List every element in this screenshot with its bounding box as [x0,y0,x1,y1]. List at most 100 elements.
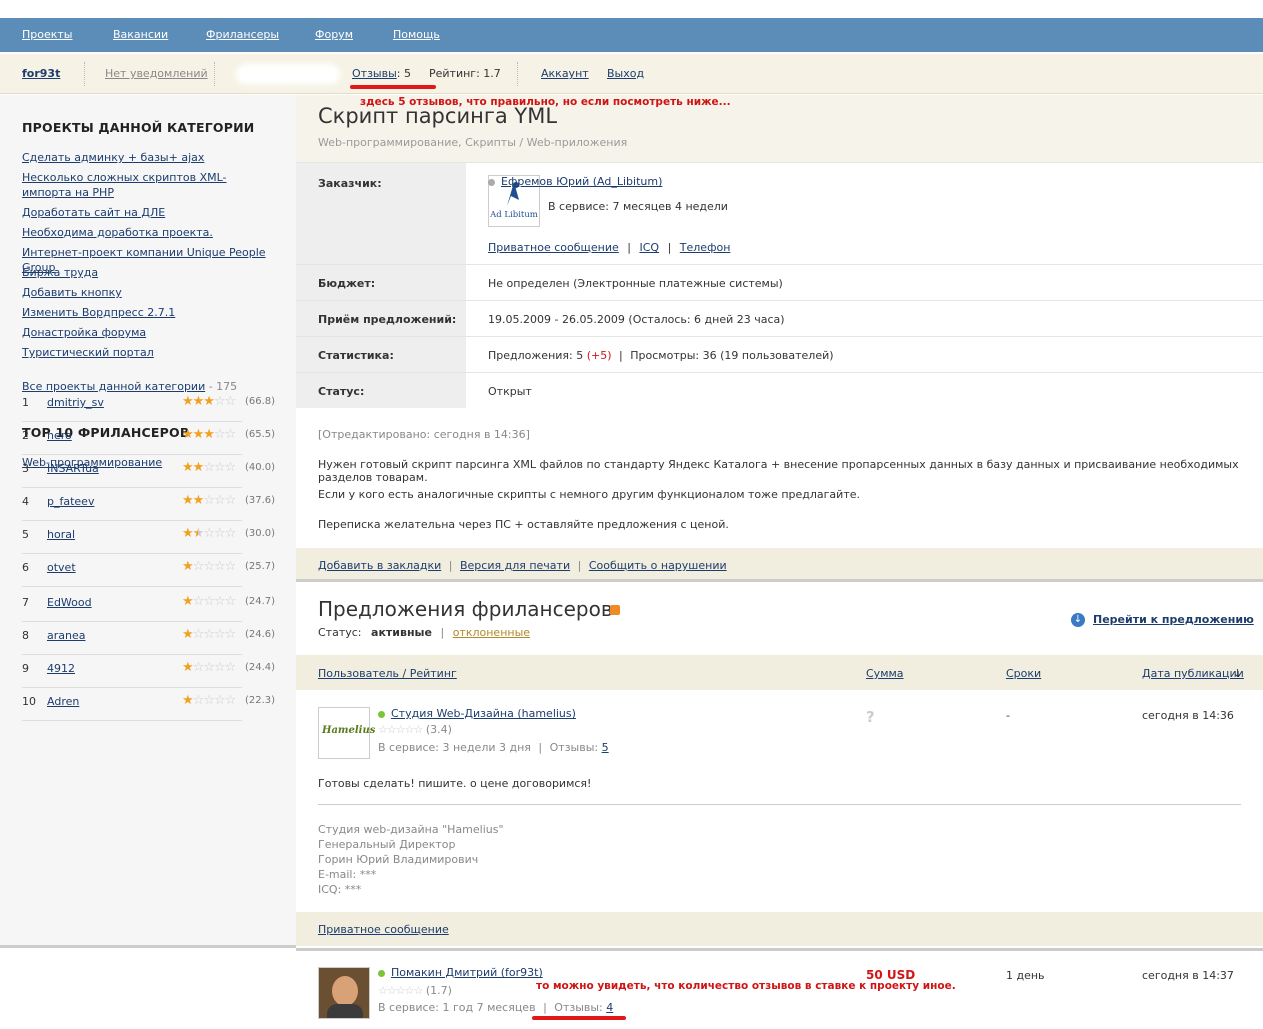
notifications-link[interactable]: Нет уведомлений [105,67,208,80]
bid-user: Студия Web-Дизайна (hamelius) [378,707,576,720]
go-to-offer-icon[interactable]: ↓ [1071,613,1085,627]
bid-user: Помакин Дмитрий (for93t) [378,966,543,979]
bid-reviews-link[interactable]: 5 [602,741,609,754]
bid-terms: - [1006,709,1010,722]
rating-stars-icon: ★★★☆☆ [182,427,236,442]
sidebar-project-link[interactable]: Добавить кнопку [22,285,272,300]
rss-icon[interactable] [610,605,620,615]
phone-link[interactable]: Телефон [680,241,731,254]
top10-rank: 6 [22,561,29,574]
rating-stars-icon: ★☆☆☆☆ [182,559,236,574]
bid-item: Помакин Дмитрий (for93t) ☆☆☆☆☆ (1.7) В с… [296,948,1263,1029]
print-version-link[interactable]: Версия для печати [460,559,570,572]
private-message-link[interactable]: Приватное сообщение [488,241,619,254]
col-terms[interactable]: Сроки [1006,667,1041,680]
sidebar-project-link[interactable]: Туристический портал [22,345,272,360]
bid-reviews-link[interactable]: 4 [606,1001,613,1014]
top10-score: (37.6) [245,495,276,506]
col-date[interactable]: Дата публикации [1142,667,1244,680]
rating-stars-icon: ★★★☆☆ [182,394,236,409]
top10-freelancer-link[interactable]: INSARTua [47,462,99,475]
rating-stars-icon: ★★☆☆☆ [182,493,236,508]
sidebar-project-link[interactable]: Доработать сайт на ДЛЕ [22,205,272,220]
account-link[interactable]: Аккаунт [541,67,589,80]
offers-table-header: Пользователь / Рейтинг Сумма Сроки Дата … [296,655,1263,690]
breadcrumb: Web-программирование, Скрипты / Web-прил… [318,136,628,149]
divider [214,62,215,86]
top10-score: (65.5) [245,429,276,440]
status-row: Статус: Открыт [296,372,1263,408]
bid-private-message-link[interactable]: Приватное сообщение [318,923,449,936]
desc-paragraph: Нужен готовый скрипт парсинга XML файлов… [318,458,1239,484]
report-link[interactable]: Сообщить о нарушении [589,559,727,572]
bid-reviews-label: Отзывы: [554,1001,603,1014]
bookmark-link[interactable]: Добавить в закладки [318,559,441,572]
nav-freelancers[interactable]: Фрилансеры [206,28,279,41]
col-sum[interactable]: Сумма [866,667,904,680]
bid-date: сегодня в 14:37 [1142,969,1234,982]
top10-rank: 10 [22,695,36,708]
offers-header: Предложения фрилансеров Статус: активные… [296,585,1263,655]
top10-freelancer-link[interactable]: Adren [47,695,79,708]
top10-freelancer-link[interactable]: EdWood [47,596,92,609]
rating-text: Рейтинг: 1.7 [429,67,501,80]
offers-status-active[interactable]: активные [371,626,432,639]
nav-vacancies[interactable]: Вакансии [113,28,168,41]
bid-service: В сервисе: 3 недели 3 дня | Отзывы: 5 [378,741,609,754]
status-label: Статус: [296,373,466,408]
customer-service-time: В сервисе: 7 месяцев 4 недели [548,200,728,213]
budget-row: Бюджет: Не определен (Электронные платеж… [296,264,1263,300]
nav-projects[interactable]: Проекты [22,28,73,41]
nav-help[interactable]: Помощь [393,28,440,41]
go-to-offer-link[interactable]: Перейти к предложению [1093,613,1254,626]
nav-forum[interactable]: Форум [315,28,353,41]
top10-freelancer-link[interactable]: aranea [47,629,85,642]
top10-rank: 8 [22,629,29,642]
top-navigation: Проекты Вакансии Фрилансеры Форум Помощь [0,18,1263,52]
top10-freelancer-link[interactable]: otvet [47,561,76,574]
top10-freelancer-link[interactable]: nero [47,429,72,442]
sidebar-project-link[interactable]: Биржа труда [22,265,272,280]
username-link[interactable]: for93t [22,67,60,80]
rating-stars-icon: ★★☆☆☆ [182,526,236,541]
sidebar: ПРОЕКТЫ ДАННОЙ КАТЕГОРИИ Сделать админку… [0,95,296,945]
sidebar-project-link[interactable]: Необходима доработка проекта. [22,225,272,240]
top10-score: (25.7) [245,561,276,572]
top10-rank: 5 [22,528,29,541]
bid-user-link[interactable]: Студия Web-Дизайна (hamelius) [391,707,576,720]
bid-user-link[interactable]: Помакин Дмитрий (for93t) [391,966,543,979]
top10-freelancer-link[interactable]: dmitriy_sv [47,396,104,409]
budget-value: Не определен (Электронные платежные сист… [488,277,783,290]
budget-label: Бюджет: [296,265,466,300]
sidebar-project-link[interactable]: Изменить Вордпресс 2.7.1 [22,305,272,320]
reviews-link[interactable]: Отзывы [352,67,397,80]
top10-freelancer-link[interactable]: 4912 [47,662,75,675]
sidebar-project-link[interactable]: Несколько сложных скриптов XML-импорта н… [22,170,272,200]
top10-freelancer-link[interactable]: p_fateev [47,495,94,508]
top10-row: 10 Adren ★☆☆☆☆ (22.3) [22,688,275,721]
signature-line: Горин Юрий Владимирович [318,853,479,866]
sidebar-project-link[interactable]: Донастройка форума [22,325,272,340]
offers-status-rejected[interactable]: отклоненные [453,626,530,639]
page-title: Скрипт парсинга YML [318,104,558,128]
top10-score: (66.8) [245,396,276,407]
desc-paragraph: Если у кого есть аналогичные скрипты с н… [318,488,860,501]
logout-link[interactable]: Выход [607,67,644,80]
bid-service: В сервисе: 1 год 7 месяцев | Отзывы: 4 [378,1001,614,1014]
top10-rank: 4 [22,495,29,508]
sidebar-project-link[interactable]: Сделать админку + базы+ ajax [22,150,272,165]
customer-name-link[interactable]: Ефремов Юрий (Ad_Libitum) [501,175,662,188]
bid-service-time: В сервисе: 1 год 7 месяцев [378,1001,536,1014]
status-value: Открыт [488,385,532,398]
offline-status-icon [488,178,495,186]
top10-row: 3 INSARTua ★★☆☆☆ (40.0) [22,455,275,488]
bid-avatar: Hamelius [318,707,375,759]
top10-rank: 2 [22,429,29,442]
col-user-rating[interactable]: Пользователь / Рейтинг [318,667,457,680]
top10-score: (40.0) [245,462,276,473]
stats-label: Статистика: [296,337,466,372]
icq-link[interactable]: ICQ [639,241,659,254]
divider [84,62,85,86]
signature-line: E-mail: *** [318,868,377,881]
top10-freelancer-link[interactable]: horal [47,528,75,541]
